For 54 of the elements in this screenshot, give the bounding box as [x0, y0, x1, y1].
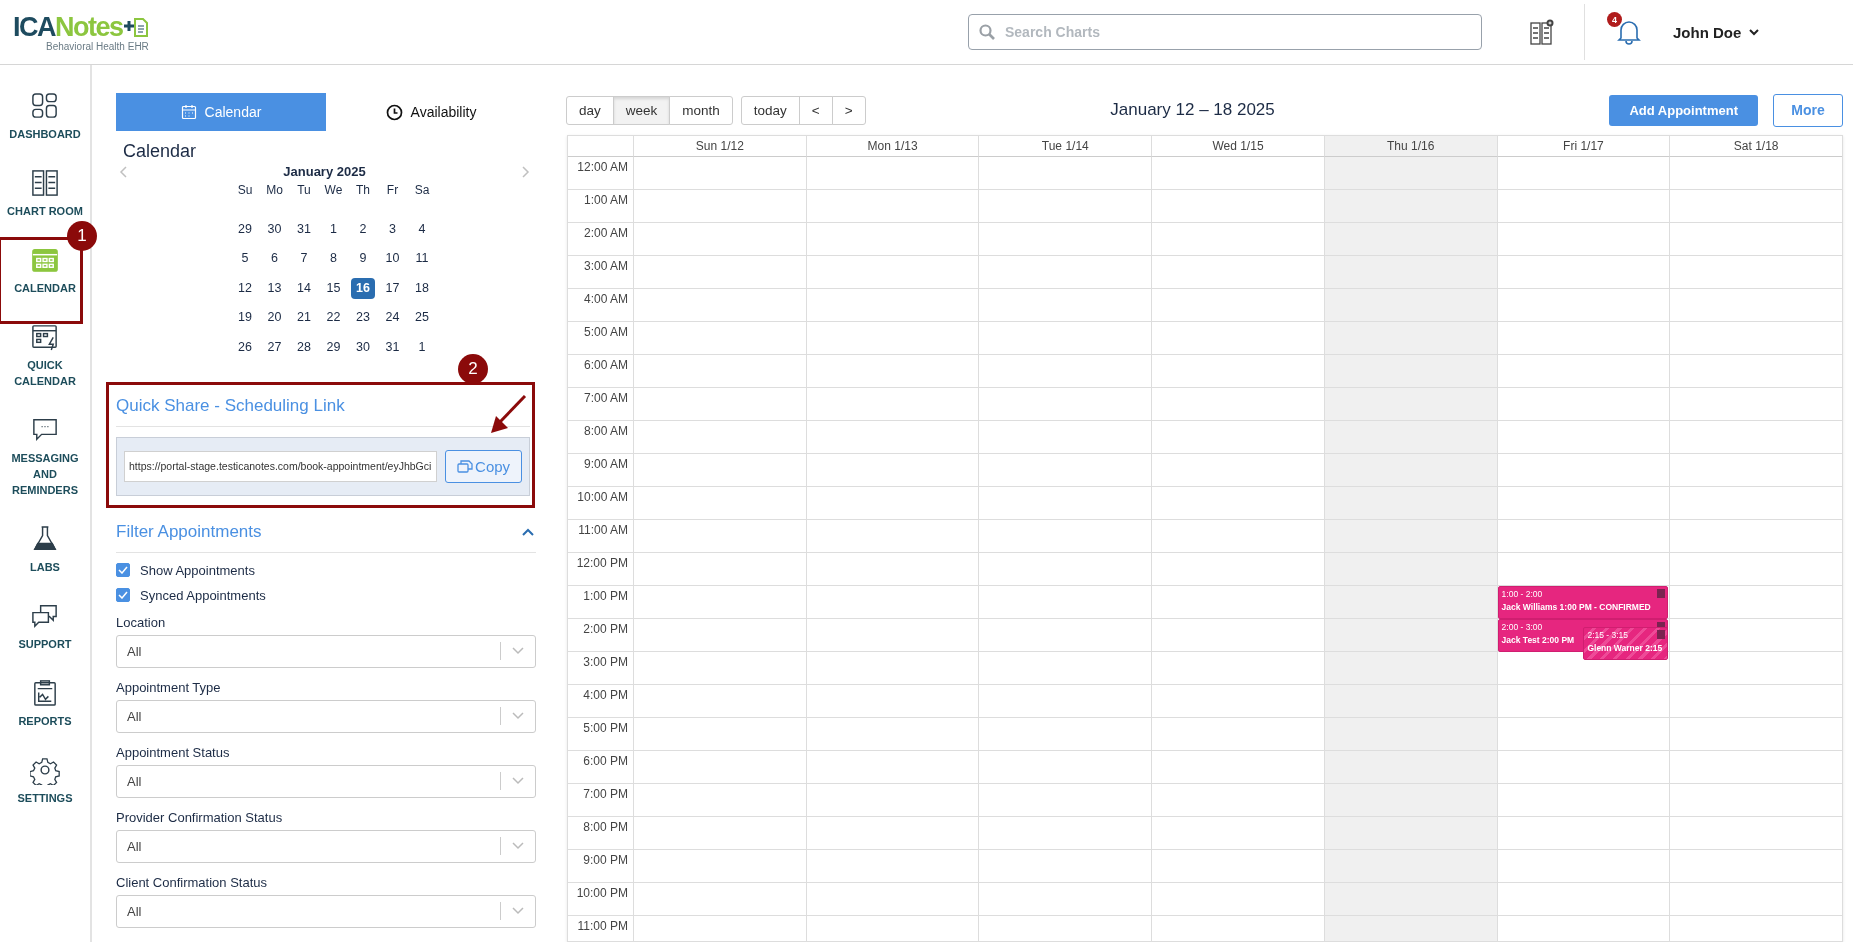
field-label: Location — [116, 614, 167, 630]
time-label: 4:00 AM — [583, 292, 628, 306]
logo-text: ICANotes — [13, 12, 123, 41]
field-label: Client Confirmation Status — [116, 874, 268, 890]
weekday-label: Fr — [385, 183, 400, 199]
weekday-label: Th — [355, 183, 371, 199]
date-range: January 12 – 18 2025 — [1109, 100, 1276, 120]
day-header: Tue 1/14 — [978, 136, 1152, 157]
time-label: 11:00 PM — [577, 919, 628, 933]
weekday-label: We — [323, 183, 344, 199]
field-label: Appointment Type — [116, 679, 222, 695]
field-label: Provider Confirmation Status — [116, 809, 284, 825]
time-label: 2:00 AM — [583, 226, 628, 240]
checkbox-label: Show Appointments — [140, 562, 255, 578]
time-label: 1:00 PM — [583, 589, 628, 603]
time-label: 12:00 PM — [576, 556, 628, 570]
time-label: 3:00 PM — [583, 655, 628, 669]
weekday-label: Mo — [265, 183, 284, 199]
callout-badge: 1 — [67, 221, 97, 251]
day-header: Fri 1/17 — [1496, 136, 1670, 157]
time-label: 2:00 PM — [583, 622, 628, 636]
day-header: Sun 1/12 — [633, 136, 806, 157]
notification-count: 4 — [1607, 12, 1622, 27]
day-header: Thu 1/16 — [1323, 136, 1497, 157]
time-label: 4:00 PM — [583, 688, 628, 702]
time-label: 10:00 PM — [576, 886, 628, 900]
callout-badge: 2 — [458, 353, 488, 384]
time-label: 12:00 AM — [577, 160, 628, 174]
logo-tagline: Behavioral Health EHR — [46, 40, 150, 52]
time-label: 8:00 PM — [583, 820, 628, 834]
time-label: 8:00 AM — [583, 424, 628, 438]
filter-title: Filter Appointments — [116, 521, 262, 542]
day-header: Wed 1/15 — [1151, 136, 1324, 157]
time-label: 11:00 AM — [578, 523, 628, 537]
weekday-label: Sa — [413, 183, 431, 199]
time-label: 9:00 PM — [583, 853, 628, 867]
time-label: 5:00 PM — [583, 721, 628, 735]
time-label: 6:00 AM — [583, 358, 628, 372]
time-label: 5:00 AM — [583, 325, 628, 339]
day-header: Mon 1/13 — [805, 136, 979, 157]
weekday-label: Su — [236, 183, 254, 199]
checkbox-label: Synced Appointments — [140, 587, 266, 603]
time-label: 6:00 PM — [583, 754, 628, 768]
time-label: 9:00 AM — [583, 457, 628, 471]
month-label: January 2025 — [283, 164, 366, 179]
field-label: Appointment Status — [116, 744, 231, 760]
time-label: 1:00 AM — [583, 193, 628, 207]
time-label: 3:00 AM — [583, 259, 628, 273]
time-label: 7:00 AM — [583, 391, 628, 405]
time-label: 7:00 PM — [583, 787, 628, 801]
time-label: 10:00 AM — [577, 490, 628, 504]
weekday-label: Tu — [296, 183, 312, 199]
day-header: Sat 1/18 — [1669, 136, 1842, 157]
mini-calendar-title: Calendar — [123, 141, 198, 162]
